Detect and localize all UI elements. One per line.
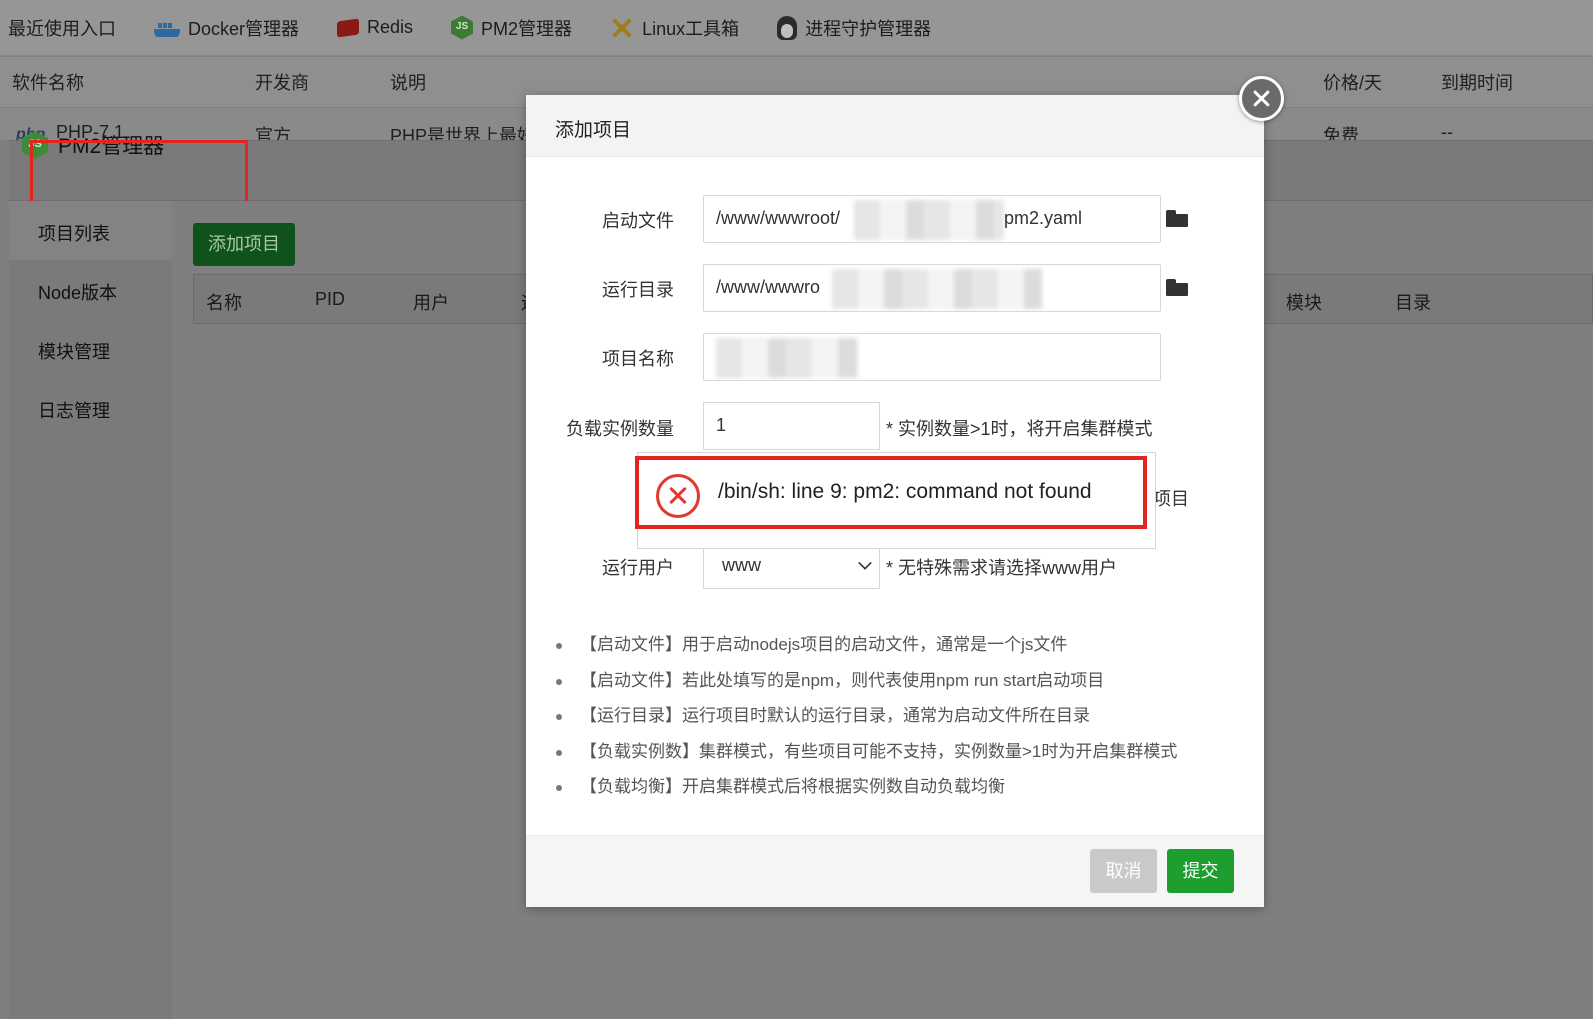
- row-price: 免费: [1323, 126, 1359, 140]
- col-price: 价格/天: [1323, 73, 1383, 93]
- run-user-select[interactable]: www: [703, 543, 880, 589]
- nav-linux-tools[interactable]: Linux工具箱: [610, 13, 739, 43]
- col-expire: 到期时间: [1441, 73, 1513, 93]
- row-description: PHP是世界上最好: [390, 126, 536, 140]
- run-dir-value-prefix: /www/wwwro: [716, 277, 821, 297]
- redis-icon: [337, 17, 360, 38]
- cancel-button[interactable]: 取消: [1090, 849, 1157, 893]
- start-file-value-prefix: /www/wwwroot/: [716, 208, 841, 228]
- nav-recent-label: 最近使用入口: [8, 18, 116, 39]
- error-circle-x-icon: [656, 474, 700, 518]
- nav-linux-tools-label: Linux工具箱: [642, 18, 740, 39]
- col-vendor: 开发商: [255, 73, 309, 93]
- submit-button[interactable]: 提交: [1167, 849, 1234, 893]
- pm2-sidebar: 项目列表 Node版本 模块管理 日志管理: [9, 201, 172, 1019]
- start-file-label: 启动文件: [602, 211, 674, 231]
- linux-penguin-icon: [777, 15, 798, 40]
- sidebar-item-module-manage[interactable]: 模块管理: [38, 338, 110, 364]
- nav-docker-label: Docker管理器: [188, 18, 300, 39]
- list-item: 【负载实例数】集群模式，有些项目可能不支持，实例数量>1时为开启集群模式: [556, 734, 1246, 770]
- blurred-name: [716, 338, 858, 378]
- docker-icon: [154, 16, 180, 39]
- error-message: /bin/sh: line 9: pm2: command not found: [718, 480, 1092, 503]
- modal-header: 添加项目: [526, 95, 1264, 157]
- nav-pm2[interactable]: PM2管理器: [451, 13, 572, 43]
- nav-pm2-label: PM2管理器: [481, 18, 573, 39]
- project-name-label: 项目名称: [602, 349, 674, 369]
- instances-input[interactable]: 1: [703, 402, 880, 450]
- run-dir-input[interactable]: /www/wwwro: [703, 264, 1161, 312]
- help-notes: 【启动文件】用于启动nodejs项目的启动文件，通常是一个js文件 【启动文件】…: [556, 627, 1246, 805]
- sidebar-item-log-manage[interactable]: 日志管理: [38, 397, 110, 423]
- col-software-name: 软件名称: [12, 73, 84, 93]
- col-pid: PID: [315, 289, 346, 309]
- col-description: 说明: [390, 73, 426, 93]
- list-item: 【负载均衡】开启集群模式后将根据实例数自动负载均衡: [556, 769, 1246, 805]
- run-dir-label: 运行目录: [602, 280, 674, 300]
- tools-icon: [610, 16, 634, 40]
- instances-hint: * 实例数量>1时，将开启集群模式: [886, 419, 1153, 439]
- blurred-path: [854, 200, 1004, 240]
- blurred-path: [832, 269, 1042, 309]
- col-user: 用户: [413, 293, 449, 313]
- col-directory: 目录: [1395, 293, 1431, 313]
- pm2-icon: [451, 15, 474, 40]
- nav-docker[interactable]: Docker管理器: [154, 13, 299, 43]
- run-user-value: www: [722, 555, 761, 575]
- folder-open-icon[interactable]: [1166, 279, 1190, 299]
- start-file-value-suffix: pm2.yaml: [1004, 208, 1083, 228]
- list-item: 【启动文件】用于启动nodejs项目的启动文件，通常是一个js文件: [556, 627, 1246, 663]
- col-name: 名称: [206, 293, 242, 313]
- col-module: 模块: [1286, 293, 1322, 313]
- chevron-down-icon: [858, 556, 872, 570]
- run-user-label: 运行用户: [602, 558, 674, 578]
- folder-open-icon[interactable]: [1166, 210, 1190, 230]
- sidebar-item-project-list[interactable]: 项目列表: [38, 220, 110, 246]
- sidebar-item-node-version[interactable]: Node版本: [38, 279, 117, 305]
- nav-process-guard[interactable]: 进程守护管理器: [777, 13, 931, 43]
- nav-redis[interactable]: Redis: [337, 13, 413, 43]
- highlight-box-pm2-title: [30, 140, 248, 204]
- project-name-input[interactable]: [703, 333, 1161, 381]
- memory-hint: 项目: [1153, 489, 1189, 509]
- close-icon[interactable]: [1239, 76, 1284, 121]
- row-vendor: 官方: [255, 126, 291, 140]
- error-toast: /bin/sh: line 9: pm2: command not found: [635, 456, 1147, 529]
- top-nav: 最近使用入口 Docker管理器 Redis PM2管理器 Linux工具箱 进…: [0, 0, 1593, 56]
- list-item: 【运行目录】运行项目时默认的运行目录，通常为启动文件所在目录: [556, 698, 1246, 734]
- nav-recent-entry[interactable]: 最近使用入口: [8, 13, 116, 43]
- list-item: 【启动文件】若此处填写的是npm，则代表使用npm run start启动项目: [556, 663, 1246, 699]
- nav-redis-label: Redis: [367, 17, 414, 37]
- row-expire: --: [1441, 122, 1453, 140]
- nav-process-guard-label: 进程守护管理器: [805, 18, 932, 39]
- start-file-input[interactable]: /www/wwwroot/ pm2.yaml: [703, 195, 1161, 243]
- instances-label: 负载实例数量: [566, 419, 674, 439]
- run-user-hint: * 无特殊需求请选择www用户: [886, 558, 1118, 578]
- modal-footer: 取消 提交: [526, 835, 1264, 907]
- modal-title: 添加项目: [555, 120, 632, 141]
- add-project-button[interactable]: 添加项目: [193, 223, 295, 266]
